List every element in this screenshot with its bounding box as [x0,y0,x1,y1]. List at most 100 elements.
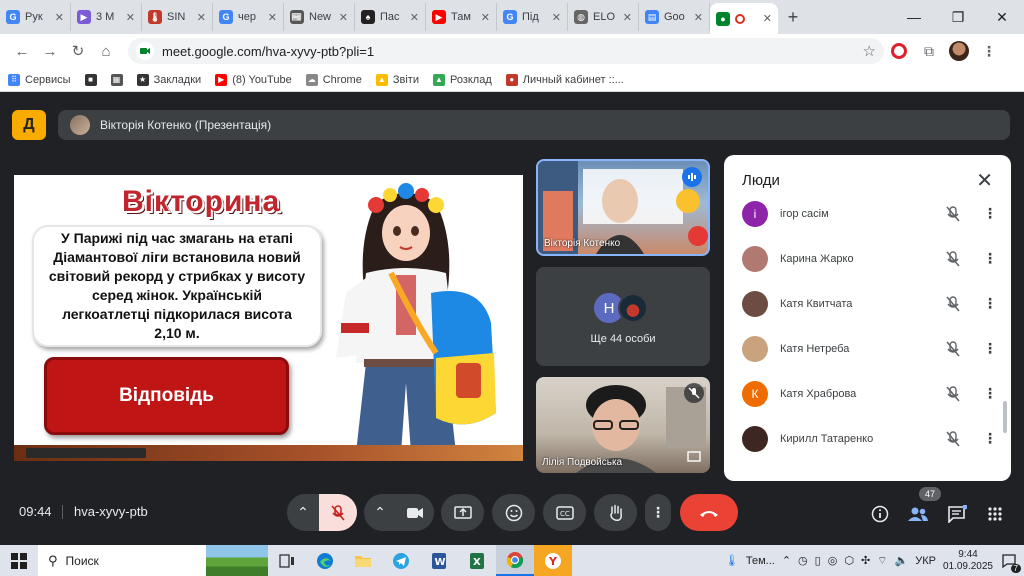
tray-app-icon-4[interactable]: ⬡ [844,554,854,567]
browser-tab[interactable]: ♠ Пас ✕ [355,3,426,31]
tab-close-icon[interactable]: ✕ [694,11,703,24]
bookmark-item[interactable]: ☁ Chrome [305,73,362,86]
answer-button[interactable]: Відповідь [44,357,289,435]
browser-tab[interactable]: Gчер ✕ [213,3,284,31]
people-button-icon[interactable] [905,501,931,527]
bookmark-item[interactable]: ▦ [110,73,123,86]
close-window-button[interactable]: ✕ [980,0,1024,34]
tray-app-icon-3[interactable]: ◎ [828,554,838,567]
raise-hand-button[interactable] [594,494,637,531]
file-explorer-icon[interactable] [344,545,382,576]
present-screen-button[interactable] [441,494,484,531]
bookmark-item[interactable]: ■ [84,73,97,86]
participant-row[interactable]: Катя Нетреба ⋮ [742,326,1004,371]
new-tab-button[interactable]: + [778,3,808,31]
browser-tab[interactable]: ● ✕ [710,3,778,34]
tray-expand-icon[interactable]: ⌃ [782,554,791,567]
camera-options-chevron-icon[interactable]: ⌃ [364,504,396,521]
edge-browser-icon[interactable] [306,545,344,576]
bookmark-item[interactable]: ⠿ Сервисы [8,73,71,86]
chrome-taskbar-icon[interactable] [496,545,534,576]
system-clock[interactable]: 9:44 01.09.2025 [943,549,993,573]
leave-call-button[interactable] [680,494,738,531]
browser-tab[interactable]: G Під ✕ [497,3,568,31]
minimize-button[interactable]: — [892,0,936,34]
participant-list-scrollbar[interactable] [1003,401,1007,433]
activities-grid-icon[interactable] [982,501,1008,527]
site-info-icon[interactable] [136,42,154,60]
tab-close-icon[interactable]: ✕ [126,11,135,24]
browser-tab[interactable]: ◍ ELO ✕ [568,3,639,31]
participant-tile-third[interactable]: Лілія Подвойська [536,377,710,473]
weather-label[interactable]: Тем... [746,555,775,567]
participant-more-options-icon[interactable]: ⋮ [976,340,1004,357]
camera-button[interactable] [396,507,434,519]
back-button[interactable]: ← [8,37,36,65]
taskbar-search[interactable]: ⚲ Поиск [38,545,268,576]
participant-more-options-icon[interactable]: ⋮ [976,205,1004,222]
tab-close-icon[interactable]: ✕ [410,11,419,24]
chat-button-icon[interactable] [944,501,970,527]
bookmark-item[interactable]: ★ Закладки [136,73,201,86]
browser-tab[interactable]: ▶ Там ✕ [426,3,497,31]
captions-button[interactable]: CC [543,494,586,531]
mic-off-button[interactable] [319,494,357,531]
tab-close-icon[interactable]: ✕ [197,11,206,24]
meeting-details-icon[interactable] [867,501,893,527]
tab-close-icon[interactable]: ✕ [481,11,490,24]
language-indicator[interactable]: УКР [915,555,936,567]
browser-tab[interactable]: ▤ Goo ✕ [639,3,710,31]
telegram-icon[interactable] [382,545,420,576]
participant-row[interactable]: Карина Жарко ⋮ [742,236,1004,281]
weather-thermometer-icon[interactable]: 🌡 [725,554,739,567]
participant-tile-more[interactable]: Н Ще 44 особи [536,267,710,366]
profile-avatar[interactable] [944,37,974,65]
network-icon[interactable]: ⌔ [877,554,887,568]
yandex-browser-icon[interactable]: Y [534,545,572,576]
notifications-icon[interactable]: 7 [1000,552,1021,573]
browser-tab[interactable]: 🌡 SIN ✕ [142,3,213,31]
tray-app-icon-1[interactable]: ◷ [798,554,808,567]
forward-button[interactable]: → [36,37,64,65]
browser-menu-icon[interactable]: ⋮ [974,37,1004,65]
participant-row[interactable]: Катя Квитчата ⋮ [742,281,1004,326]
participant-row[interactable]: К Катя Храброва ⋮ [742,371,1004,416]
opera-extension-icon[interactable] [884,37,914,65]
tab-close-icon[interactable]: ✕ [623,11,632,24]
participant-more-options-icon[interactable]: ⋮ [976,250,1004,267]
participant-more-options-icon[interactable]: ⋮ [976,430,1004,447]
reload-button[interactable]: ↻ [64,37,92,65]
more-options-button[interactable]: ⋮ [645,494,671,531]
bookmark-item[interactable]: ▲ Розклад [432,73,492,86]
browser-tab[interactable]: 📰 New ✕ [284,3,355,31]
home-button[interactable]: ⌂ [92,37,120,65]
bookmark-item[interactable]: ▲ Звіти [375,73,419,86]
bookmark-star-icon[interactable]: ☆ [863,42,876,60]
word-icon[interactable]: W [420,545,458,576]
browser-tab[interactable]: G Рук ✕ [0,3,71,31]
tray-app-icon-5[interactable]: ✣ [861,554,870,567]
maximize-button[interactable]: ❐ [936,0,980,34]
participant-row[interactable]: Кирилл Татаренко ⋮ [742,416,1004,461]
extensions-puzzle-icon[interactable]: ⧉ [914,37,944,65]
tab-close-icon[interactable]: ✕ [339,11,348,24]
participant-row[interactable]: і ігор сасім ⋮ [742,191,1004,236]
mic-options-chevron-icon[interactable]: ⌃ [287,504,319,521]
volume-icon[interactable]: 🔈 [895,554,909,567]
excel-icon[interactable]: X [458,545,496,576]
participant-tile-presenter[interactable]: Вікторія Котенко [536,159,710,256]
address-bar[interactable]: meet.google.com/hva-xyvy-ptb?pli=1 ☆ [128,38,884,64]
tab-close-icon[interactable]: ✕ [268,11,277,24]
windows-start-icon[interactable] [0,545,38,576]
browser-tab[interactable]: ▶ 3 М ✕ [71,3,142,31]
tab-close-icon[interactable]: ✕ [552,11,561,24]
participant-more-options-icon[interactable]: ⋮ [976,385,1004,402]
participant-more-options-icon[interactable]: ⋮ [976,295,1004,312]
tab-close-icon[interactable]: ✕ [55,11,64,24]
bookmark-item[interactable]: ● Личный кабинет ::... [505,73,624,86]
emoji-reaction-button[interactable] [492,494,535,531]
tab-close-icon[interactable]: ✕ [763,12,772,25]
tray-app-icon-2[interactable]: ▯ [815,554,821,567]
task-view-icon[interactable] [268,545,306,576]
bookmark-item[interactable]: ▶ (8) YouTube [215,73,292,86]
